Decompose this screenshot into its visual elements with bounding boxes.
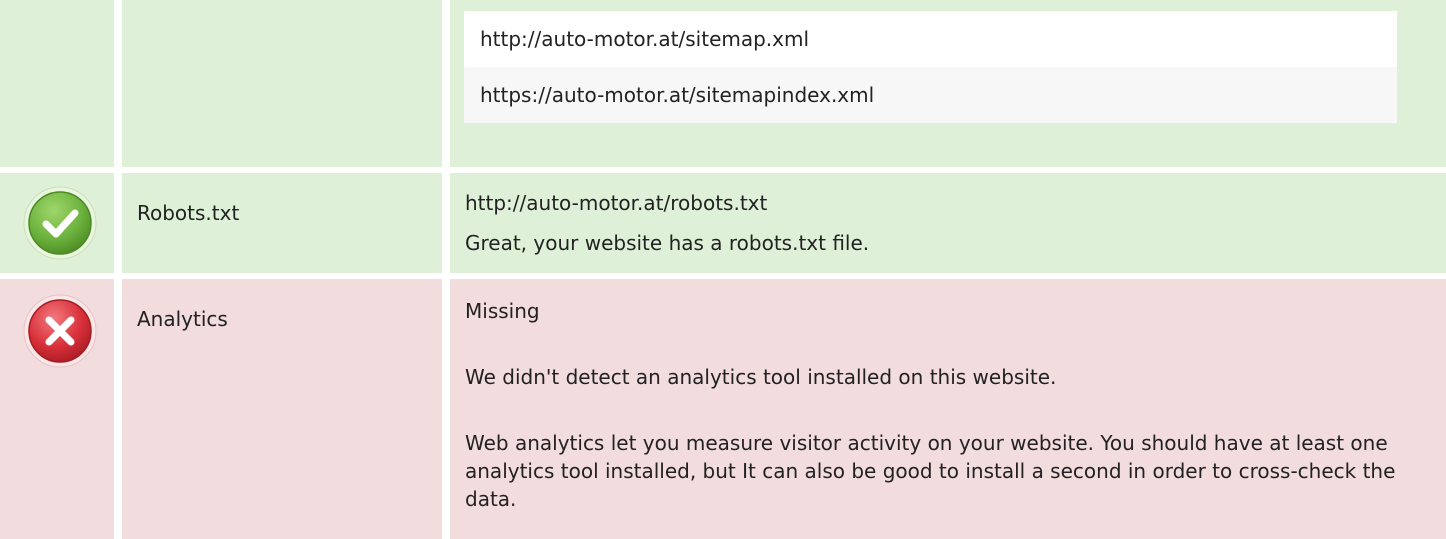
robots-message: Great, your website has a robots.txt fil… <box>465 231 870 255</box>
sitemap-url-item: http://auto-motor.at/sitemap.xml <box>464 11 1397 67</box>
sitemap-row: http://auto-motor.at/sitemap.xml https:/… <box>0 0 1446 167</box>
robots-row: Robots.txt http://auto-motor.at/robots.t… <box>0 173 1446 273</box>
analytics-icon-cell <box>0 279 114 539</box>
analytics-label-cell: Analytics <box>122 279 442 539</box>
robots-url: http://auto-motor.at/robots.txt <box>465 191 768 215</box>
sitemap-icon-cell <box>0 0 114 167</box>
cross-icon <box>23 294 97 368</box>
analytics-status: Missing <box>465 299 540 323</box>
check-icon <box>23 186 97 260</box>
analytics-row: Analytics Missing We didn't detect an an… <box>0 279 1446 539</box>
sitemap-label-cell <box>122 0 442 167</box>
analytics-label: Analytics <box>137 307 228 331</box>
robots-icon-cell <box>0 173 114 273</box>
robots-value-cell: http://auto-motor.at/robots.txt Great, y… <box>450 173 1446 273</box>
analytics-message: We didn't detect an analytics tool insta… <box>465 365 1057 389</box>
robots-label: Robots.txt <box>137 201 240 225</box>
sitemap-url-list: http://auto-motor.at/sitemap.xml https:/… <box>464 11 1397 123</box>
sitemap-value-cell: http://auto-motor.at/sitemap.xml https:/… <box>450 0 1446 167</box>
analytics-value-cell: Missing We didn't detect an analytics to… <box>450 279 1446 539</box>
robots-label-cell: Robots.txt <box>122 173 442 273</box>
analytics-description: Web analytics let you measure visitor ac… <box>465 431 1396 511</box>
sitemap-url-item: https://auto-motor.at/sitemapindex.xml <box>464 67 1397 123</box>
